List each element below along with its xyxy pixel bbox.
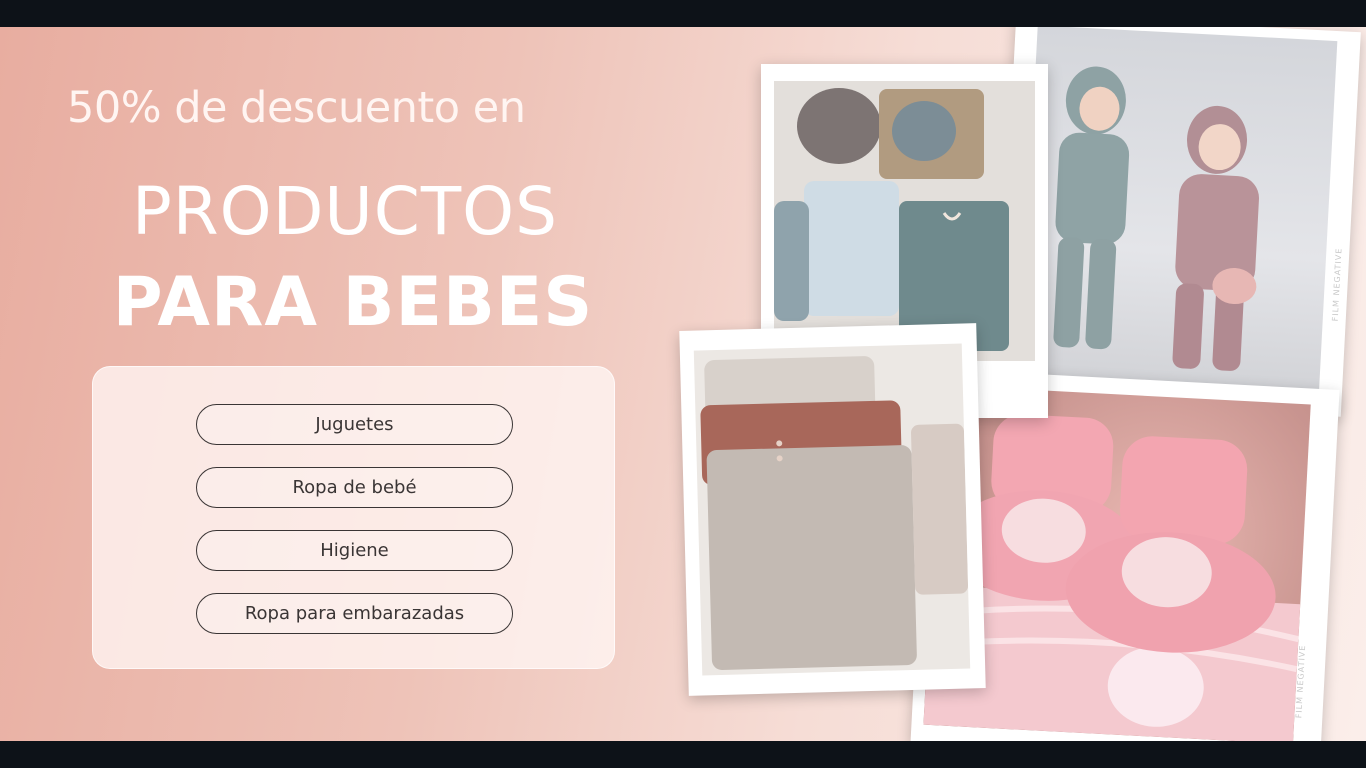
photo-baby-shirts: [679, 323, 986, 696]
baby-shirts-image: [700, 356, 969, 670]
category-button-maternity-clothes[interactable]: Ropa para embarazadas: [196, 593, 513, 634]
category-button-baby-clothes[interactable]: Ropa de bebé: [196, 467, 513, 508]
products-headline: PRODUCTOS: [132, 173, 558, 250]
promo-slide: 50% de descuento en PRODUCTOS PARA BEBES…: [0, 27, 1366, 741]
for-babies-headline: PARA BEBES: [112, 263, 594, 342]
photo-kids-hoodies: FILM NEGATIVE: [996, 27, 1361, 417]
categories-card: Juguetes Ropa de bebé Higiene Ropa para …: [92, 366, 615, 669]
knit-set-image: [774, 88, 1009, 351]
kids-hoodies-image: [1053, 66, 1259, 371]
category-button-hygiene[interactable]: Higiene: [196, 530, 513, 571]
discount-headline: 50% de descuento en: [67, 83, 526, 133]
film-label-top: FILM NEGATIVE: [1330, 247, 1344, 322]
category-button-toys[interactable]: Juguetes: [196, 404, 513, 445]
presentation-stage: 50% de descuento en PRODUCTOS PARA BEBES…: [0, 0, 1366, 768]
